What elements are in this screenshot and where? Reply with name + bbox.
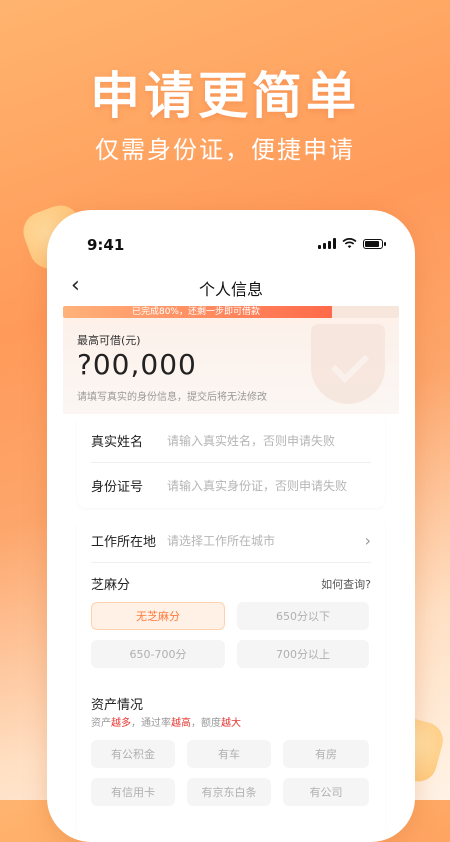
amount-value: ?00,000 xyxy=(77,348,197,381)
sesame-option[interactable]: 650分以下 xyxy=(237,602,369,630)
signal-icon xyxy=(318,238,336,249)
work-location-label: 工作所在地 xyxy=(91,534,157,550)
work-location-row[interactable]: 工作所在地 请选择工作所在城市 › xyxy=(91,518,371,562)
wifi-icon xyxy=(342,238,357,249)
asset-option[interactable]: 有信用卡 xyxy=(91,778,175,806)
phone-mockup: 9:41 ‹ 个人信息 已完成80%，还剩一步即可借款 最高可借(元) ?00,… xyxy=(47,210,415,842)
chevron-right-icon: › xyxy=(364,530,371,550)
asset-option[interactable]: 有公积金 xyxy=(91,740,175,768)
name-input[interactable]: 请输入真实姓名，否则申请失败 xyxy=(167,432,335,449)
hero-title: 申请更简单 xyxy=(90,67,360,125)
id-row[interactable]: 身份证号 请输入真实身份证，否则申请失败 xyxy=(91,463,371,507)
status-icons xyxy=(318,238,386,249)
status-time: 9:41 xyxy=(87,236,125,254)
amount-card: 最高可借(元) ?00,000 请填写真实的身份信息，提交后将无法修改 xyxy=(63,318,399,414)
nav-bar: ‹ 个人信息 xyxy=(53,272,409,302)
status-bar: 9:41 xyxy=(53,234,409,258)
id-number-input[interactable]: 请输入真实身份证，否则申请失败 xyxy=(167,477,347,494)
progress-text: 已完成80%，还剩一步即可借款 xyxy=(131,307,260,317)
sesame-title: 芝麻分 xyxy=(91,578,131,593)
details-card: 工作所在地 请选择工作所在城市 › 芝麻分 如何查询? 无芝麻分 650分以下 … xyxy=(77,518,385,836)
assets-note: 资产越多，通过率越高，额度越大 xyxy=(91,718,241,729)
asset-option[interactable]: 有车 xyxy=(187,740,271,768)
name-row[interactable]: 真实姓名 请输入真实姓名，否则申请失败 xyxy=(91,418,371,462)
amount-tip: 请填写真实的身份信息，提交后将无法修改 xyxy=(77,392,267,403)
asset-option[interactable]: 有京东白条 xyxy=(187,778,271,806)
asset-option[interactable]: 有房 xyxy=(283,740,369,768)
sesame-option[interactable]: 650-700分 xyxy=(91,640,225,668)
shield-icon xyxy=(311,324,385,404)
asset-option[interactable]: 有公司 xyxy=(283,778,369,806)
sesame-option[interactable]: 无芝麻分 xyxy=(91,602,225,630)
battery-icon xyxy=(363,238,386,249)
sesame-option[interactable]: 700分以上 xyxy=(237,640,369,668)
page-title: 个人信息 xyxy=(198,280,263,299)
work-location-select[interactable]: 请选择工作所在城市 xyxy=(167,532,275,549)
progress-bar: 已完成80%，还剩一步即可借款 xyxy=(63,306,399,318)
hero-subtitle: 仅需身份证，便捷申请 xyxy=(95,136,355,164)
assets-title: 资产情况 xyxy=(91,698,144,713)
sesame-help-link[interactable]: 如何查询? xyxy=(321,576,371,592)
name-label: 真实姓名 xyxy=(91,434,144,450)
id-label: 身份证号 xyxy=(91,479,144,495)
amount-label: 最高可借(元) xyxy=(77,334,141,347)
identity-card: 真实姓名 请输入真实姓名，否则申请失败 身份证号 请输入真实身份证，否则申请失败 xyxy=(77,416,385,508)
divider xyxy=(91,562,371,563)
